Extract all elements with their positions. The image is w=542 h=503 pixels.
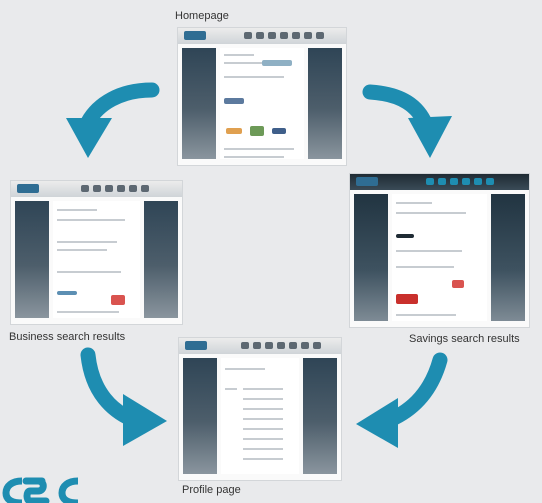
arrow-savings-to-profile <box>356 352 448 448</box>
